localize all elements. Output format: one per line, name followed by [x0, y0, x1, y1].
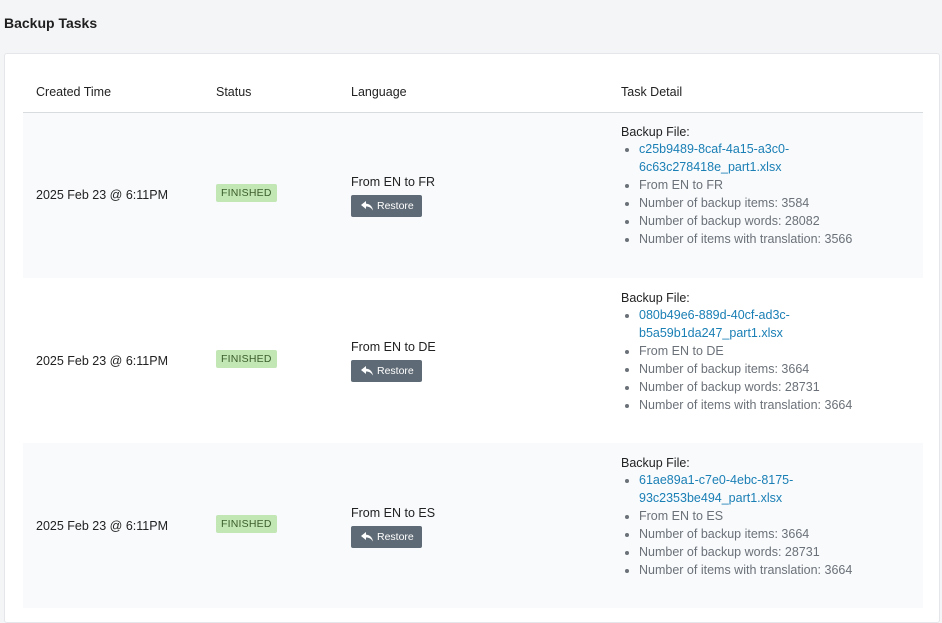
restore-label: Restore: [377, 365, 414, 377]
list-item: c25b9489-8caf-4a15-a3c0-6c63c278418e_par…: [639, 140, 899, 176]
detail-list: 61ae89a1-c7e0-4ebc-8175-93c2353be494_par…: [621, 471, 899, 579]
backup-tasks-card: Created Time Status Language Task Detail…: [4, 53, 940, 623]
list-item: From EN to DE: [639, 342, 899, 360]
reply-arrow-icon: [361, 532, 373, 542]
list-item: Number of items with translation: 3566: [639, 230, 899, 248]
table-row: 2025 Feb 23 @ 6:11PM FINISHED From EN to…: [23, 443, 923, 608]
list-item: Number of backup items: 3664: [639, 360, 899, 378]
list-item: From EN to FR: [639, 176, 899, 194]
status-cell: FINISHED: [216, 515, 277, 533]
list-item: 61ae89a1-c7e0-4ebc-8175-93c2353be494_par…: [639, 471, 899, 507]
status-cell: FINISHED: [216, 184, 277, 202]
list-item: Number of backup items: 3584: [639, 194, 899, 212]
language-cell: From EN to FR Restore: [351, 175, 435, 217]
status-cell: FINISHED: [216, 350, 277, 368]
detail-list: 080b49e6-889d-40cf-ad3c-b5a59b1da247_par…: [621, 306, 899, 414]
list-item: Number of items with translation: 3664: [639, 396, 899, 414]
task-detail-cell: Backup File: 61ae89a1-c7e0-4ebc-8175-93c…: [621, 456, 899, 579]
task-detail-cell: Backup File: c25b9489-8caf-4a15-a3c0-6c6…: [621, 125, 899, 248]
language-text: From EN to ES: [351, 506, 436, 520]
header-task-detail: Task Detail: [621, 85, 683, 99]
reply-arrow-icon: [361, 201, 373, 211]
restore-button[interactable]: Restore: [351, 195, 422, 217]
detail-title: Backup File:: [621, 125, 690, 139]
created-time-cell: 2025 Feb 23 @ 6:11PM: [36, 188, 168, 202]
restore-button[interactable]: Restore: [351, 360, 422, 382]
table-row: 2025 Feb 23 @ 6:11PM FINISHED From EN to…: [23, 278, 923, 443]
list-item: Number of backup items: 3664: [639, 525, 899, 543]
language-text: From EN to DE: [351, 340, 436, 354]
task-detail-cell: Backup File: 080b49e6-889d-40cf-ad3c-b5a…: [621, 291, 899, 414]
list-item: Number of backup words: 28731: [639, 378, 899, 396]
list-item: From EN to ES: [639, 507, 899, 525]
restore-button[interactable]: Restore: [351, 526, 422, 548]
backup-file-link[interactable]: 61ae89a1-c7e0-4ebc-8175-93c2353be494_par…: [639, 473, 793, 505]
restore-label: Restore: [377, 531, 414, 543]
status-badge: FINISHED: [216, 184, 277, 202]
header-language: Language: [351, 85, 407, 99]
list-item: Number of backup words: 28082: [639, 212, 899, 230]
backup-file-link[interactable]: c25b9489-8caf-4a15-a3c0-6c63c278418e_par…: [639, 142, 789, 174]
status-badge: FINISHED: [216, 515, 277, 533]
table-row: 2025 Feb 23 @ 6:11PM FINISHED From EN to…: [23, 113, 923, 278]
reply-arrow-icon: [361, 366, 373, 376]
backup-file-link[interactable]: 080b49e6-889d-40cf-ad3c-b5a59b1da247_par…: [639, 308, 790, 340]
status-badge: FINISHED: [216, 350, 277, 368]
language-cell: From EN to DE Restore: [351, 340, 436, 382]
language-cell: From EN to ES Restore: [351, 506, 435, 548]
header-status: Status: [216, 85, 252, 99]
list-item: Number of items with translation: 3664: [639, 561, 899, 579]
list-item: 080b49e6-889d-40cf-ad3c-b5a59b1da247_par…: [639, 306, 899, 342]
list-item: Number of backup words: 28731: [639, 543, 899, 561]
created-time-cell: 2025 Feb 23 @ 6:11PM: [36, 519, 168, 533]
detail-title: Backup File:: [621, 456, 690, 470]
detail-title: Backup File:: [621, 291, 690, 305]
detail-list: c25b9489-8caf-4a15-a3c0-6c63c278418e_par…: [621, 140, 899, 248]
header-created-time: Created Time: [36, 85, 112, 99]
restore-label: Restore: [377, 200, 414, 212]
language-text: From EN to FR: [351, 175, 436, 189]
page-title: Backup Tasks: [4, 15, 98, 31]
created-time-cell: 2025 Feb 23 @ 6:11PM: [36, 354, 168, 368]
backup-tasks-table: Created Time Status Language Task Detail…: [23, 54, 923, 608]
table-header: Created Time Status Language Task Detail: [23, 54, 923, 113]
